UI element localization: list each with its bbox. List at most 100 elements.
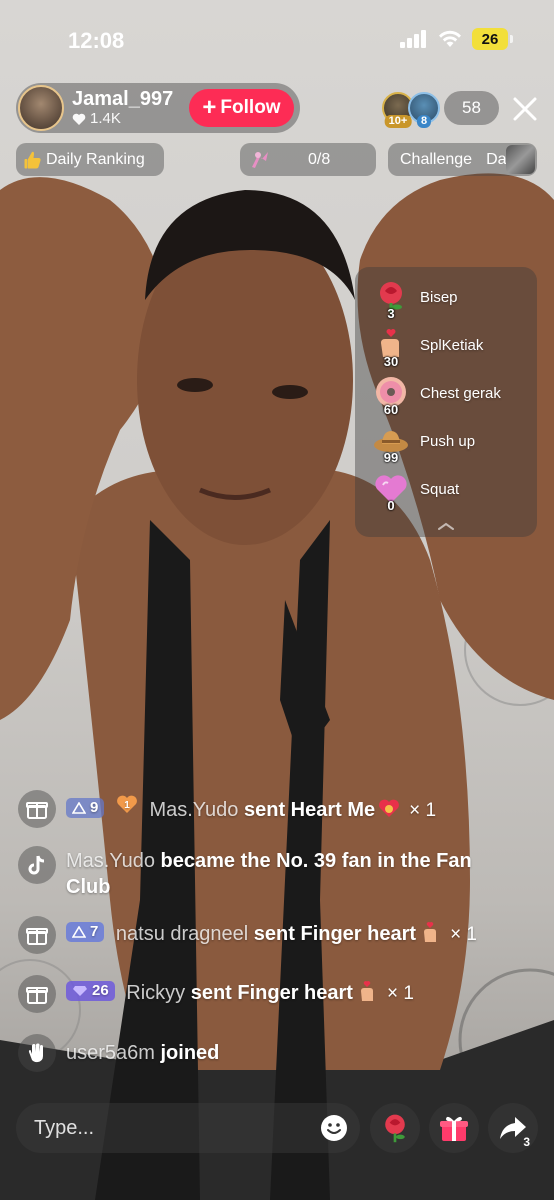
gift-count: 0	[387, 498, 395, 513]
gift-box-icon	[18, 975, 56, 1013]
challenge-suffix: Da	[486, 150, 507, 168]
daily-ranking-chip[interactable]: Daily Ranking	[16, 143, 164, 176]
rose-gift-button[interactable]	[370, 1103, 420, 1153]
gift-multiplier: × 1	[450, 924, 478, 945]
status-icons: 26	[400, 28, 513, 50]
gift-item[interactable]: 60 Chest gerak	[373, 371, 501, 417]
gift-box-icon	[18, 916, 56, 954]
svg-text:1: 1	[124, 800, 130, 811]
gift-label: Push up	[420, 432, 476, 450]
chat-username[interactable]: Mas.Yudo	[66, 850, 155, 872]
chat-username[interactable]: Mas.Yudo	[149, 799, 238, 821]
challenge-chip[interactable]: Challenge Da	[388, 143, 537, 176]
heart-icon: 0	[373, 471, 409, 513]
host-likes: 1.4K	[72, 110, 173, 128]
host-likes-count: 1.4K	[90, 110, 121, 127]
finger-heart-icon	[424, 922, 437, 942]
video-illustration	[0, 173, 554, 1200]
gift-multiplier: × 1	[386, 983, 414, 1004]
chat-text: sent Finger heart	[190, 982, 353, 1004]
host-avatar[interactable]	[18, 85, 64, 131]
challenge-label: Challenge	[400, 150, 473, 168]
finger-heart-icon: 30	[373, 327, 409, 369]
clock: 12:08	[68, 28, 125, 53]
level-triangle-icon	[72, 926, 86, 938]
rose-icon: 3	[373, 279, 409, 321]
gift-count: 99	[383, 450, 399, 465]
user-level-badge: 26	[66, 981, 115, 1001]
top-viewers[interactable]: 10+ 8 58	[382, 91, 499, 128]
follow-label: Follow	[220, 97, 281, 118]
chat-message[interactable]: user5a6m joined	[18, 1034, 219, 1072]
ribbon-icon	[252, 151, 268, 168]
battery-indicator: 26	[472, 28, 513, 50]
heart-icon	[72, 113, 86, 125]
goal-chip[interactable]: 0/8	[240, 143, 376, 176]
chat-message[interactable]: 26 Rickyy sent Finger heart × 1	[18, 975, 414, 1013]
gift-count: 3	[387, 306, 395, 321]
chat-message[interactable]: 9 1 Mas.Yudo sent Heart Me × 1	[18, 790, 436, 828]
goal-progress: 0/8	[308, 150, 331, 168]
gift-item[interactable]: 99 Push up	[373, 419, 476, 465]
chat-username[interactable]: Rickyy	[126, 982, 185, 1004]
status-bar: 12:08 26	[0, 24, 554, 60]
user-level-badge: 9	[66, 798, 105, 818]
gift-label: Chest gerak	[420, 384, 501, 402]
challenge-thumbnail	[506, 145, 535, 174]
daily-ranking-label: Daily Ranking	[46, 150, 145, 168]
chat-message[interactable]: Mas.Yudo became the No. 39 fan in the Fa…	[18, 846, 518, 900]
cowboy-hat-icon: 99	[373, 423, 409, 465]
host-name[interactable]: Jamal_997	[72, 88, 173, 110]
gift-icon	[440, 1116, 468, 1141]
share-button[interactable]: 3	[488, 1103, 538, 1153]
user-level-badge: 7	[66, 922, 105, 942]
gift-label: SplKetiak	[420, 336, 484, 354]
viewer-rank-badge: 10+	[384, 115, 412, 128]
diamond-icon	[73, 986, 87, 996]
gift-count: 60	[383, 402, 399, 417]
gift-item[interactable]: 0 Squat	[373, 467, 460, 513]
user-level: 26	[92, 982, 109, 999]
rose-icon	[385, 1114, 405, 1143]
plus-icon: +	[202, 94, 217, 121]
gift-item[interactable]: 30 SplKetiak	[373, 323, 484, 369]
wifi-icon	[439, 30, 461, 47]
gift-label: Bisep	[420, 288, 458, 306]
wave-hand-icon	[18, 1034, 56, 1072]
cellular-signal-icon	[400, 30, 426, 48]
chat-username[interactable]: natsu dragneel	[116, 923, 248, 945]
live-video-frame	[0, 0, 554, 1200]
follow-button[interactable]: + Follow	[189, 89, 294, 127]
fan-heart-icon: 1	[116, 795, 137, 813]
gift-button[interactable]	[429, 1103, 479, 1153]
chat-message[interactable]: 7 natsu dragneel sent Finger heart × 1	[18, 916, 477, 954]
gift-item[interactable]: 3 Bisep	[373, 275, 458, 321]
viewer-count[interactable]: 58	[444, 91, 499, 125]
chat-username[interactable]: user5a6m	[66, 1042, 155, 1064]
chat-text: joined	[160, 1042, 220, 1064]
gift-goal-menu: 3 Bisep 30 SplKetiak 60 Chest gerak 99 P…	[355, 267, 537, 537]
chat-text: sent Heart Me	[243, 799, 376, 821]
gift-box-icon	[18, 790, 56, 828]
comment-input[interactable]: Type...	[16, 1103, 360, 1153]
thumb-icon	[24, 151, 41, 168]
level-triangle-icon	[72, 802, 86, 814]
share-count: 3	[523, 1135, 530, 1149]
emoji-icon[interactable]	[320, 1114, 348, 1142]
viewer-avatar[interactable]: 8	[408, 92, 440, 128]
chat-text: sent Finger heart	[253, 923, 417, 945]
gift-count: 30	[383, 354, 399, 369]
chevron-up-icon[interactable]	[437, 521, 455, 531]
user-level: 9	[90, 799, 99, 816]
user-level: 7	[90, 923, 99, 940]
viewer-rank-badge: 8	[416, 115, 432, 128]
close-icon[interactable]	[511, 95, 539, 123]
comment-placeholder: Type...	[34, 1116, 95, 1139]
finger-heart-icon	[360, 981, 373, 1001]
fan-club-badge: 1	[116, 794, 138, 814]
host-info[interactable]: Jamal_997 1.4K + Follow	[16, 83, 300, 133]
gift-label: Squat	[420, 480, 460, 498]
heart-me-icon	[379, 799, 400, 817]
gift-multiplier: × 1	[409, 800, 437, 821]
donut-icon: 60	[373, 375, 409, 417]
